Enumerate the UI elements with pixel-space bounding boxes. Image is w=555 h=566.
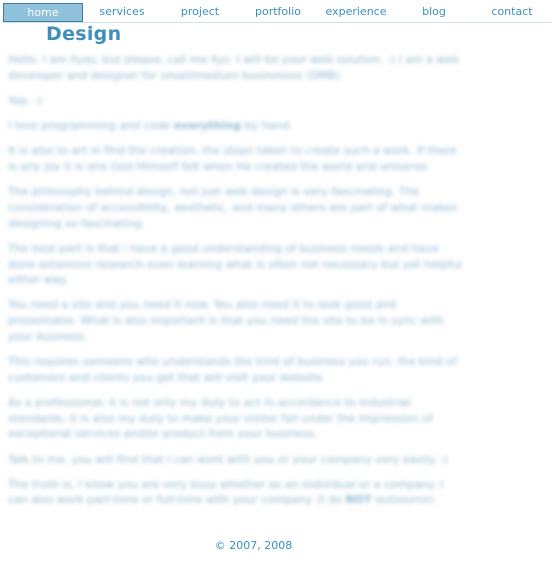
nav-item-project[interactable]: project [161,3,239,22]
nav-item-experience[interactable]: experience [317,3,395,22]
main-nav: home services project portfolio experien… [3,3,552,23]
paragraph-text: I love programming and code [8,119,174,133]
paragraph-philosophy: The philosophy behind design, not just w… [8,185,458,230]
paragraph-text: outsource) [371,493,434,507]
paragraph-yep: Yep. :) [8,93,42,107]
paragraph-art: It is also to art in find the creation, … [8,144,457,174]
paragraph-understands: This requires someone who understands th… [8,355,457,384]
paragraph-talk: Talk to me, you will find that I can wor… [8,452,449,466]
page-title: Design [46,23,122,45]
nav-item-portfolio[interactable]: portfolio [239,3,317,22]
emphasis-text: everything [173,119,241,133]
paragraph-intro: Hello. I am Ilyas, but please, call me I… [8,53,460,82]
paragraph-need-site: You need a site and you need it now. You… [8,298,444,343]
nav-item-contact[interactable]: contact [473,3,551,22]
footer-copyright: © 2007, 2008 [214,539,293,552]
main-content: Hello. I am Ilyas, but please, call me I… [8,52,464,518]
paragraph-best-part: The best part is that I have a good unde… [8,241,462,287]
nav-item-blog[interactable]: blog [395,3,473,22]
emphasis-text: NOT [345,493,372,507]
paragraph-professional: As a professional, it is not only my dut… [8,395,433,441]
paragraph-truth: The truth is, I know you are very busy w… [8,477,464,508]
paragraph-text: by hand. [240,119,293,133]
nav-item-home[interactable]: home [3,3,83,22]
paragraph-love-programming: I love programming and code everything b… [8,118,464,134]
nav-item-services[interactable]: services [83,3,161,22]
